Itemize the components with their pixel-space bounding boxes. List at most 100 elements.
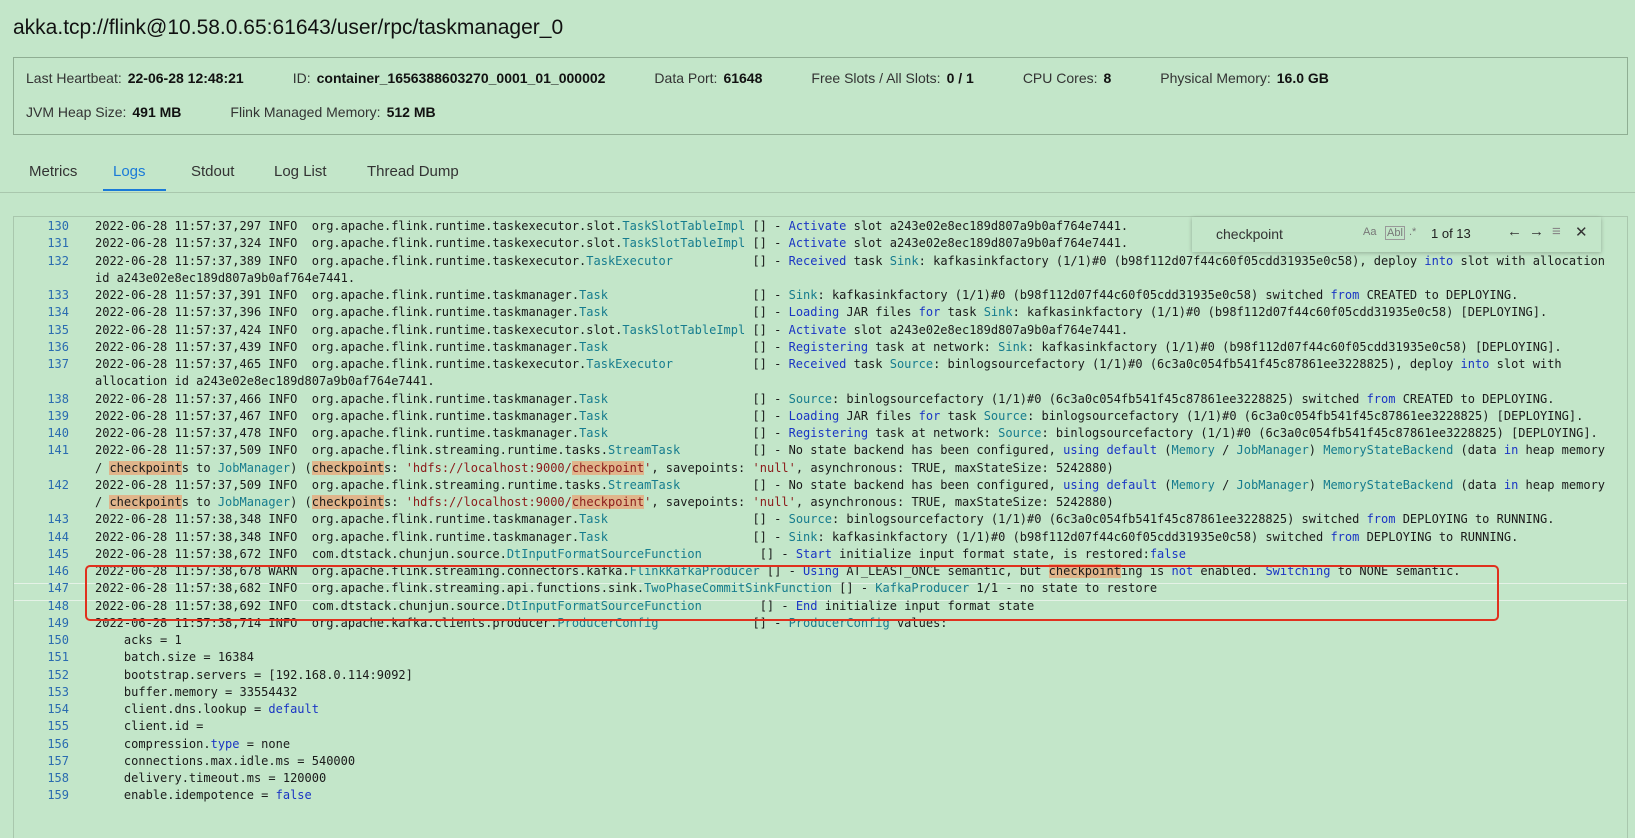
log-text: 2022-06-28 11:57:37,467 INFO org.apache.… [95, 408, 1584, 423]
log-text: 2022-06-28 11:57:37,391 INFO org.apache.… [95, 288, 1519, 302]
tab-bar: Metrics Logs Stdout Log List Thread Dump [0, 151, 1635, 193]
regex-icon[interactable]: .* [1409, 226, 1416, 238]
log-line: 151 batch.size = 16384 [14, 648, 1627, 666]
log-line: / checkpoints to JobManager) (checkpoint… [14, 493, 1627, 511]
log-text: 2022-06-28 11:57:37,324 INFO org.apache.… [95, 236, 1129, 251]
find-widget: checkpoint Aa Abl .* 1 of 13 ← → ≡ ✕ [1192, 217, 1601, 252]
line-number: 155 [47, 719, 69, 734]
log-text: allocation id a243e02e8ec189d807a9b0af76… [95, 374, 435, 389]
line-number: 143 [47, 512, 69, 527]
log-line: 139 2022-06-28 11:57:37,467 INFO org.apac… [14, 407, 1627, 425]
log-line: id a243e02e8ec189d807a9b0af764e7441. [14, 269, 1627, 287]
log-text: 2022-06-28 11:57:38,348 INFO org.apache.… [95, 529, 1519, 544]
previous-match-icon[interactable]: ← [1507, 223, 1522, 240]
active-tab-indicator [103, 189, 166, 191]
annotation-box [85, 565, 1499, 621]
log-line: 144 2022-06-28 11:57:38,348 INFO org.apac… [14, 528, 1627, 546]
tab-thread-dump[interactable]: Thread Dump [367, 163, 459, 180]
log-line: 137 2022-06-28 11:57:37,465 INFO org.apac… [14, 355, 1627, 373]
line-number: 159 [47, 788, 69, 803]
line-number: 150 [47, 633, 69, 647]
close-icon[interactable]: ✕ [1575, 223, 1588, 241]
info-id: ID: container_1656388603270_0001_01_00000… [292, 70, 606, 86]
line-number: 141 [47, 443, 69, 458]
info-row: Last Heartbeat: 22-06-28 12:48:21 ID: cont… [26, 70, 1378, 86]
line-number: 147 [47, 581, 69, 596]
log-text: connections.max.idle.ms = 540000 [95, 753, 356, 768]
line-number: 144 [47, 529, 69, 544]
log-line: 135 2022-06-28 11:57:37,424 INFO org.apac… [14, 321, 1627, 339]
log-text: client.id = [95, 719, 204, 734]
log-line: 157 connections.max.idle.ms = 540000 [14, 752, 1627, 770]
log-line: 134 2022-06-28 11:57:37,396 INFO org.apac… [14, 303, 1627, 321]
line-number: 157 [47, 753, 69, 768]
line-number: 132 [47, 253, 69, 268]
line-number: 142 [47, 477, 69, 492]
log-line: 142 2022-06-28 11:57:37,509 INFO org.apac… [14, 476, 1627, 494]
log-line: 158 delivery.timeout.ms = 120000 [14, 769, 1627, 787]
log-line: 159 enable.idempotence = false [14, 786, 1627, 804]
log-text: acks = 1 [95, 633, 182, 647]
log-text: / checkpoints to JobManager) (checkpoint… [95, 460, 1114, 475]
log-line: 154 client.dns.lookup = default [14, 700, 1627, 718]
next-match-icon[interactable]: → [1529, 223, 1544, 240]
page-title: akka.tcp://flink@10.58.0.65:61643/user/r… [13, 16, 564, 39]
log-viewer[interactable]: 130 2022-06-28 11:57:37,297 INFO org.apac… [13, 216, 1628, 838]
line-number: 153 [47, 684, 69, 699]
info-cpu-cores: CPU Cores: 8 [1022, 70, 1112, 86]
line-number: 154 [47, 702, 69, 716]
line-number: 145 [47, 546, 69, 561]
log-text: 2022-06-28 11:57:37,439 INFO org.apache.… [95, 339, 1562, 354]
log-line: 132 2022-06-28 11:57:37,389 INFO org.apac… [14, 252, 1627, 270]
find-in-selection-icon[interactable]: ≡ [1552, 223, 1561, 240]
info-row: JVM Heap Size: 491 MB Flink Managed Memor… [26, 104, 485, 120]
scrollbar-thumb[interactable] [1627, 761, 1628, 799]
line-number: 149 [47, 615, 69, 630]
log-text: client.dns.lookup = default [95, 702, 319, 716]
log-line: 133 2022-06-28 11:57:37,391 INFO org.apac… [14, 286, 1627, 304]
info-data-port: Data Port: 61648 [654, 70, 763, 86]
log-line: 143 2022-06-28 11:57:38,348 INFO org.apac… [14, 510, 1627, 528]
log-text: 2022-06-28 11:57:37,466 INFO org.apache.… [95, 391, 1555, 406]
log-text: id a243e02e8ec189d807a9b0af764e7441. [95, 270, 356, 285]
line-number: 138 [47, 391, 69, 406]
line-number: 133 [47, 288, 69, 302]
log-line: 141 2022-06-28 11:57:37,509 INFO org.apac… [14, 441, 1627, 459]
log-text: delivery.timeout.ms = 120000 [95, 771, 327, 785]
log-text: / checkpoints to JobManager) (checkpoint… [95, 495, 1114, 509]
line-number: 156 [47, 736, 69, 751]
info-slots: Free Slots / All Slots: 0 / 1 [811, 70, 974, 86]
line-number: 146 [47, 564, 69, 578]
log-text: buffer.memory = 33554432 [95, 684, 298, 699]
whole-word-icon[interactable]: Abl [1385, 226, 1405, 240]
tab-metrics[interactable]: Metrics [29, 163, 77, 180]
line-number: 139 [47, 408, 69, 423]
match-count: 1 of 13 [1431, 226, 1471, 241]
log-line: 138 2022-06-28 11:57:37,466 INFO org.apac… [14, 390, 1627, 408]
log-line: 152 bootstrap.servers = [192.168.0.114:9… [14, 666, 1627, 684]
line-number: 151 [47, 650, 69, 665]
log-text: compression.type = none [95, 736, 291, 751]
log-text: 2022-06-28 11:57:37,424 INFO org.apache.… [95, 322, 1129, 337]
line-number: 152 [47, 667, 69, 682]
match-case-icon[interactable]: Aa [1363, 226, 1376, 238]
log-line: 136 2022-06-28 11:57:37,439 INFO org.apac… [14, 338, 1627, 356]
line-number: 140 [47, 426, 69, 440]
info-managed-memory: Flink Managed Memory: 512 MB [230, 104, 436, 120]
tab-logs[interactable]: Logs [113, 163, 146, 180]
line-number: 158 [47, 771, 69, 785]
line-number: 134 [47, 305, 69, 320]
line-number: 130 [47, 219, 69, 233]
log-line: 145 2022-06-28 11:57:38,672 INFO com.dtst… [14, 545, 1627, 563]
tab-stdout[interactable]: Stdout [191, 163, 234, 180]
log-text: 2022-06-28 11:57:37,509 INFO org.apache.… [95, 443, 1606, 458]
log-line: 150 acks = 1 [14, 631, 1627, 649]
find-input[interactable]: checkpoint [1216, 226, 1283, 242]
log-line: 156 compression.type = none [14, 735, 1627, 753]
log-text: batch.size = 16384 [95, 650, 254, 665]
log-line: 153 buffer.memory = 33554432 [14, 683, 1627, 701]
line-number: 148 [47, 598, 69, 613]
tab-log-list[interactable]: Log List [274, 163, 327, 180]
log-text: 2022-06-28 11:57:37,478 INFO org.apache.… [95, 426, 1598, 440]
line-number: 131 [47, 236, 69, 251]
